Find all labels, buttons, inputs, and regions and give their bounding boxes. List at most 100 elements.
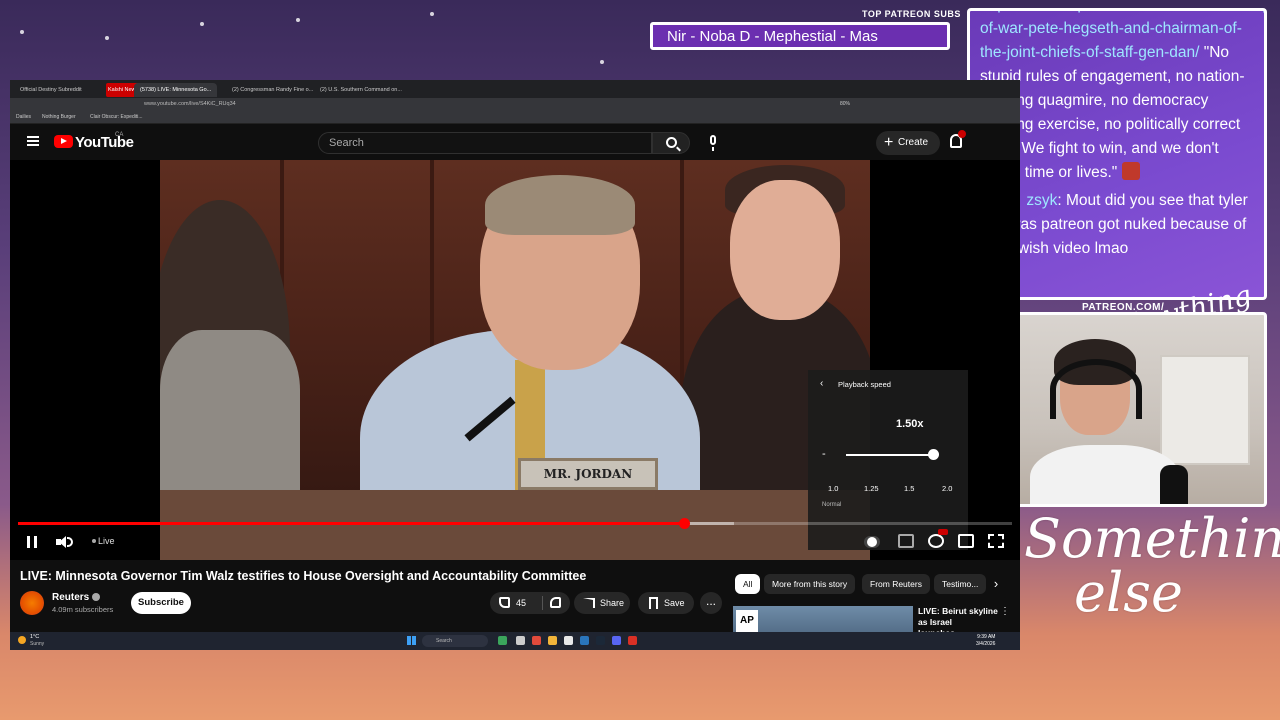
- folder-icon[interactable]: [548, 636, 557, 645]
- volume-icon[interactable]: [56, 535, 73, 549]
- zoom-level[interactable]: 80%: [840, 101, 850, 107]
- tab-destiny-subreddit[interactable]: Official Destiny Subreddit: [14, 83, 88, 97]
- app-icon[interactable]: [516, 636, 525, 645]
- like-count: 45: [516, 598, 527, 608]
- channel-avatar[interactable]: [20, 591, 44, 615]
- tab-southern-command[interactable]: (2) U.S. Southern Command on...: [314, 83, 408, 97]
- fullscreen-icon[interactable]: [988, 534, 1004, 548]
- progress-scrubber[interactable]: [678, 518, 690, 529]
- autoplay-toggle[interactable]: [864, 536, 880, 548]
- app-icon[interactable]: [564, 636, 573, 645]
- plus-icon: +: [884, 134, 894, 151]
- chat-colon: :: [1057, 192, 1062, 209]
- dislike-icon[interactable]: [550, 597, 561, 608]
- speed-preset[interactable]: 2.0: [942, 484, 952, 493]
- discord-icon[interactable]: [612, 636, 621, 645]
- hearing-desk: [160, 490, 870, 560]
- youtube-logo-text[interactable]: YouTube: [75, 134, 134, 151]
- progress-played: [18, 522, 684, 525]
- more-actions-button[interactable]: ...: [700, 592, 722, 614]
- address-bar[interactable]: www.youtube.com/live/S4KiC_RUq34 80%: [10, 98, 1020, 112]
- search-icon: [666, 137, 677, 148]
- tab-label: (5738) LIVE: Minnesota Go...: [140, 87, 212, 93]
- brand-line-2: else: [1074, 561, 1183, 624]
- back-chevron-icon[interactable]: ‹: [820, 378, 823, 389]
- share-icon: [583, 598, 595, 608]
- speed-preset[interactable]: 1.5: [904, 484, 914, 493]
- more-vertical-icon[interactable]: ⋮: [1000, 606, 1010, 617]
- chip-testimony[interactable]: Testimo...: [934, 574, 987, 594]
- streamer: [1030, 339, 1188, 504]
- tab-randy-fine[interactable]: (2) Congressman Randy Fine o...: [226, 83, 319, 97]
- app-icon[interactable]: [580, 636, 589, 645]
- app-icon[interactable]: [532, 636, 541, 645]
- chat-message: https://transcript/Article/4410909/secre…: [980, 11, 1264, 185]
- chat-message: zsyk: Mout did you see that tyler olivei…: [980, 189, 1254, 261]
- speed-slider-track[interactable]: [846, 454, 936, 456]
- windows-start-icon[interactable]: [407, 636, 416, 645]
- chip-all[interactable]: All: [735, 574, 761, 594]
- tab-label: (2) U.S. Southern Command on...: [320, 87, 402, 93]
- pause-icon[interactable]: [27, 536, 37, 548]
- theater-mode-icon[interactable]: [958, 534, 974, 548]
- speed-decrease-button[interactable]: -: [822, 448, 826, 460]
- chip-more-from-story[interactable]: More from this story: [764, 574, 856, 594]
- cam-dresser: [1160, 355, 1250, 465]
- video-player[interactable]: MR. JORDAN ‹ Playback speed 1.50x - 1.0 …: [10, 160, 1020, 560]
- speed-value: 1.50x: [896, 418, 924, 430]
- app-icon[interactable]: [498, 636, 507, 645]
- steam-icon[interactable]: [596, 636, 605, 645]
- sun-icon[interactable]: [18, 636, 26, 644]
- speed-slider-handle[interactable]: [928, 449, 939, 460]
- progress-bar[interactable]: [18, 518, 1012, 529]
- channel-name[interactable]: Reuters: [52, 592, 101, 603]
- share-button[interactable]: Share: [574, 592, 630, 614]
- video-frame: MR. JORDAN: [160, 160, 870, 560]
- youtube-logo-icon[interactable]: [54, 135, 73, 148]
- subscribe-button[interactable]: Subscribe: [131, 592, 191, 614]
- bookmark-dailies[interactable]: Dailies: [16, 114, 31, 120]
- verified-icon: [92, 593, 101, 601]
- menu-icon[interactable]: [27, 136, 39, 146]
- star: [430, 12, 434, 16]
- tab-youtube-live[interactable]: (5738) LIVE: Minnesota Go...: [134, 83, 218, 97]
- live-indicator[interactable]: Live: [92, 536, 115, 546]
- patreon-ticker: Nir - Noba D - Mephestial - Mas: [650, 22, 950, 50]
- weather-temperature: 1°C: [30, 634, 40, 640]
- url-text[interactable]: www.youtube.com/live/S4KiC_RUq34: [144, 101, 236, 107]
- speed-menu-title: Playback speed: [838, 380, 891, 389]
- taskbar-search[interactable]: Search: [422, 635, 488, 647]
- person-right-head: [730, 180, 840, 320]
- tab-bar: Official Destiny Subreddit Kalshi News (…: [10, 80, 1020, 98]
- subtitles-icon[interactable]: [898, 534, 914, 548]
- microphone-icon: [710, 135, 716, 145]
- ap-logo: AP: [736, 610, 758, 632]
- live-label: Live: [98, 536, 115, 546]
- chrome-icon[interactable]: [628, 636, 637, 645]
- normal-speed-note: Normal: [822, 502, 842, 508]
- subscriber-count: 4.09m subscribers: [52, 605, 114, 614]
- chevron-right-icon[interactable]: ›: [988, 576, 1004, 592]
- search-input[interactable]: Search: [318, 132, 652, 154]
- chat-message-text: Mout did you see that tyler oliveiras pa…: [980, 192, 1248, 257]
- create-button[interactable]: + Create: [876, 131, 940, 155]
- speed-preset[interactable]: 1.0: [828, 484, 838, 493]
- bookmark-clair-obscur[interactable]: Clair Obscur: Expediti...: [90, 114, 143, 120]
- weather-description: Sunny: [30, 641, 45, 647]
- clock-time: 9:39 AM: [977, 634, 996, 640]
- tab-label: Official Destiny Subreddit: [20, 87, 82, 93]
- chat-username[interactable]: zsyk: [1026, 192, 1057, 209]
- star: [296, 18, 300, 22]
- system-clock[interactable]: 9:39 AM 3/4/2026: [976, 634, 995, 648]
- brand-script-logo: Something else: [1024, 512, 1280, 620]
- chip-from-reuters[interactable]: From Reuters: [862, 574, 930, 594]
- search-button[interactable]: [652, 132, 690, 154]
- like-icon[interactable]: [499, 597, 510, 608]
- voice-search-button[interactable]: [702, 132, 724, 154]
- speed-preset[interactable]: 1.25: [864, 484, 879, 493]
- windows-taskbar: 1°C Sunny Search 9:39 AM 3/4/2026: [10, 632, 1020, 650]
- settings-gear-icon[interactable]: [928, 534, 944, 548]
- clock-date: 3/4/2026: [976, 641, 996, 647]
- save-button[interactable]: Save: [638, 592, 694, 614]
- bookmark-nothing-burger[interactable]: Nothing Burger: [42, 114, 76, 120]
